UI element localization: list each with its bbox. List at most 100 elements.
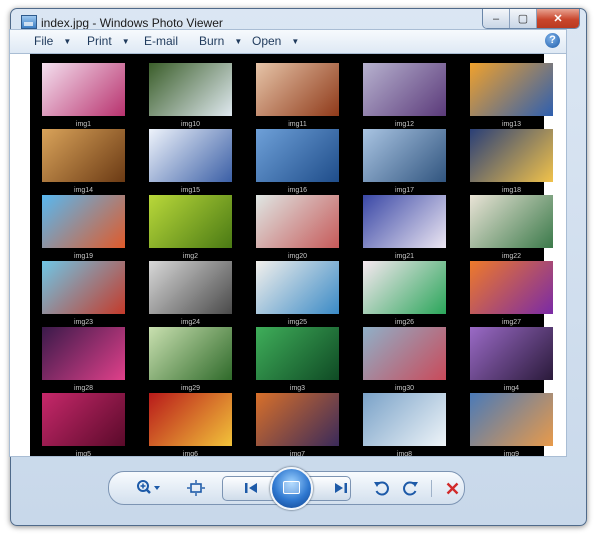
thumbnail: img8 xyxy=(351,393,458,457)
previous-button[interactable] xyxy=(241,480,261,496)
actual-size-icon xyxy=(187,480,205,496)
thumbnail: img7 xyxy=(244,393,351,457)
help-icon[interactable]: ? xyxy=(545,33,560,48)
thumbnail-label: img26 xyxy=(394,319,415,326)
delete-icon xyxy=(446,482,458,494)
close-button[interactable]: ✕ xyxy=(537,9,579,28)
thumbnail: img21 xyxy=(351,195,458,261)
contact-sheet-image: img1 img10 img11 img12 img13 img14 img15 img16 i… xyxy=(30,54,553,457)
rotate-counterclockwise-button[interactable] xyxy=(371,479,391,497)
thumbnail-image xyxy=(256,261,339,314)
thumbnail-image xyxy=(363,63,446,116)
thumbnail-label: img20 xyxy=(287,253,308,260)
thumbnail: img30 xyxy=(351,327,458,393)
thumbnail: img27 xyxy=(458,261,565,327)
thumbnail: img16 xyxy=(244,129,351,195)
menu-open[interactable]: Open ▼ xyxy=(252,34,299,48)
caption-buttons: – ▢ ✕ xyxy=(482,9,580,29)
rotate-counterclockwise-icon xyxy=(374,481,389,496)
thumbnail: img14 xyxy=(30,129,137,195)
thumbnail: img25 xyxy=(244,261,351,327)
menu-bar: File ▼ Print ▼ E-mail Burn ▼ Open ▼ ? xyxy=(9,29,567,54)
slideshow-button[interactable] xyxy=(270,467,313,510)
thumbnail-image xyxy=(363,261,446,314)
chevron-down-icon: ▼ xyxy=(63,37,72,46)
image-viewer-area: img1 img10 img11 img12 img13 img14 img15 img16 i… xyxy=(9,53,567,457)
thumbnail-label: img5 xyxy=(75,451,92,457)
bottom-toolbar xyxy=(108,467,465,510)
chevron-down-icon: ▼ xyxy=(291,37,300,46)
thumbnail-image xyxy=(363,393,446,446)
thumbnail: img5 xyxy=(30,393,137,457)
thumbnail: img19 xyxy=(30,195,137,261)
maximize-button[interactable]: ▢ xyxy=(510,9,537,28)
thumbnail-image xyxy=(363,327,446,380)
thumbnail-label: img9 xyxy=(503,451,520,457)
chevron-down-icon: ▼ xyxy=(234,37,243,46)
thumbnail-label: img3 xyxy=(289,385,306,392)
thumbnail-label: img21 xyxy=(394,253,415,260)
thumbnail: img26 xyxy=(351,261,458,327)
thumbnail-image xyxy=(149,195,232,248)
thumbnail-label: img8 xyxy=(396,451,413,457)
thumbnail-label: img2 xyxy=(182,253,199,260)
thumbnail: img4 xyxy=(458,327,565,393)
thumbnail: img10 xyxy=(137,63,244,129)
thumbnail: img1 xyxy=(30,63,137,129)
thumbnail-label: img13 xyxy=(501,121,522,128)
thumbnail: img2 xyxy=(137,195,244,261)
thumbnail-label: img12 xyxy=(394,121,415,128)
thumbnail: img9 xyxy=(458,393,565,457)
menu-email[interactable]: E-mail xyxy=(144,34,178,48)
minimize-button[interactable]: – xyxy=(483,9,510,28)
thumbnail-image xyxy=(470,63,553,116)
thumbnail: img11 xyxy=(244,63,351,129)
menu-print[interactable]: Print ▼ xyxy=(87,34,130,48)
thumbnail-label: img30 xyxy=(394,385,415,392)
thumbnail-label: img1 xyxy=(75,121,92,128)
thumbnail-label: img7 xyxy=(289,451,306,457)
thumbnail: img17 xyxy=(351,129,458,195)
thumbnail-image xyxy=(256,129,339,182)
thumbnail-image xyxy=(42,195,125,248)
next-button[interactable] xyxy=(331,480,351,496)
thumbnail: img22 xyxy=(458,195,565,261)
rotate-clockwise-icon xyxy=(403,481,418,496)
thumbnail-label: img4 xyxy=(503,385,520,392)
zoom-icon xyxy=(137,480,160,494)
thumbnail-image xyxy=(256,195,339,248)
thumbnail: img15 xyxy=(137,129,244,195)
actual-size-button[interactable] xyxy=(185,479,207,497)
menu-burn[interactable]: Burn ▼ xyxy=(199,34,242,48)
rotate-clockwise-button[interactable] xyxy=(401,479,421,497)
thumbnail: img13 xyxy=(458,63,565,129)
previous-icon xyxy=(245,483,257,493)
thumbnail-label: img15 xyxy=(180,187,201,194)
thumbnail-image xyxy=(149,393,232,446)
thumbnail: img23 xyxy=(30,261,137,327)
thumbnail-label: img24 xyxy=(180,319,201,326)
chevron-down-icon: ▼ xyxy=(121,37,130,46)
toolbar-separator xyxy=(431,480,432,497)
zoom-button[interactable] xyxy=(133,478,163,498)
menu-file-label: File xyxy=(34,34,54,48)
thumbnail-label: img23 xyxy=(73,319,94,326)
thumbnail-label: img27 xyxy=(501,319,522,326)
thumbnail: img18 xyxy=(458,129,565,195)
thumbnail-image xyxy=(42,327,125,380)
thumbnail-label: img14 xyxy=(73,187,94,194)
thumbnail-label: img28 xyxy=(73,385,94,392)
thumbnail-label: img17 xyxy=(394,187,415,194)
menu-file[interactable]: File ▼ xyxy=(34,34,71,48)
thumbnail-label: img16 xyxy=(287,187,308,194)
thumbnail-label: img6 xyxy=(182,451,199,457)
thumbnail: img12 xyxy=(351,63,458,129)
thumbnail: img29 xyxy=(137,327,244,393)
thumbnail: img24 xyxy=(137,261,244,327)
photo-viewer-app-icon xyxy=(21,15,37,29)
thumbnail: img6 xyxy=(137,393,244,457)
thumbnail-label: img18 xyxy=(501,187,522,194)
delete-button[interactable] xyxy=(443,479,461,497)
thumbnail: img3 xyxy=(244,327,351,393)
thumbnail-label: img10 xyxy=(180,121,201,128)
